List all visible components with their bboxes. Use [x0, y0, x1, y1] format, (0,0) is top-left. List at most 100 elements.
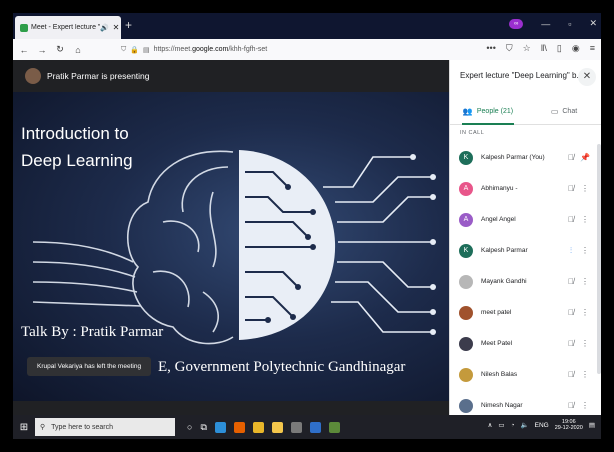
minimize-button[interactable]: —: [541, 19, 550, 29]
participant-row[interactable]: K Kalpesh Parmar (You) 🎙̸ 📌: [450, 142, 596, 173]
close-panel-button[interactable]: ✕: [578, 68, 596, 86]
participant-name: Kalpesh Parmar (You): [481, 154, 545, 161]
pinned-apps: ○ ⧉: [187, 421, 340, 433]
slide-institution: E, Government Polytechnic Gandhinagar: [158, 359, 406, 375]
reload-icon[interactable]: ↻: [53, 44, 67, 55]
cortana-icon[interactable]: ○: [187, 422, 192, 433]
screenshot-frame: Meet - Expert lecture "Deep 🔊 ✕ + ∞ — ▫ …: [0, 0, 614, 452]
page-actions-icon[interactable]: •••: [486, 43, 495, 54]
back-arrow-icon[interactable]: ←: [17, 45, 31, 55]
participant-list: K Kalpesh Parmar (You) 🎙̸ 📌 A Abhimanyu …: [450, 142, 596, 421]
volume-icon[interactable]: 🔈: [521, 421, 529, 429]
close-window-button[interactable]: ✕: [589, 18, 597, 29]
mic-muted-icon: 🎙̸: [568, 184, 574, 193]
notification-toast: Krupal Vekariya has left the meeting: [27, 357, 152, 376]
presenting-label: Pratik Parmar is presenting: [47, 71, 150, 81]
more-options-icon[interactable]: ⋮: [578, 246, 592, 255]
mic-muted-icon: 🎙̸: [568, 153, 574, 162]
screen: Meet - Expert lecture "Deep 🔊 ✕ + ∞ — ▫ …: [13, 13, 601, 439]
people-icon: 👥: [462, 106, 473, 116]
tab-close-icon[interactable]: ✕: [111, 23, 121, 32]
participant-name: meet patel: [481, 309, 512, 316]
tray-chevron-icon[interactable]: ∧: [488, 421, 493, 429]
chrome-icon[interactable]: [252, 421, 264, 433]
edge-icon[interactable]: [214, 421, 226, 433]
participant-name: Mayank Gandhi: [481, 278, 527, 285]
speaking-indicator-icon: ⫶: [570, 245, 572, 255]
panel-tabs: 👥 People (21) ▭ Chat: [450, 98, 601, 125]
participant-name: Angel Angel: [481, 216, 516, 223]
account-icon[interactable]: ◉: [572, 43, 580, 54]
menu-icon[interactable]: ≡: [590, 43, 595, 54]
more-options-icon[interactable]: ⋮: [578, 401, 592, 410]
home-icon[interactable]: ⌂: [71, 45, 85, 55]
mail-icon[interactable]: [309, 421, 321, 433]
browser-tab-bar: Meet - Expert lecture "Deep 🔊 ✕ + ∞ — ▫ …: [13, 13, 601, 39]
meet-stage: Pratik Parmar is presenting Introduction…: [13, 60, 449, 415]
library-icon[interactable]: ‖\: [541, 43, 547, 54]
participant-avatar: A: [459, 181, 473, 196]
permissions-icon[interactable]: ▤: [143, 46, 150, 54]
participant-avatar: [459, 398, 473, 413]
taskbar-search-box[interactable]: ⚲ Type here to search: [35, 418, 175, 436]
tab-people-label: People (21): [476, 107, 514, 115]
sidebar-icon[interactable]: ▯: [557, 43, 562, 54]
maximize-button[interactable]: ▫: [568, 19, 571, 29]
pocket-icon[interactable]: ⛉: [506, 43, 513, 54]
participant-row[interactable]: Nilesh Balas 🎙̸ ⋮: [450, 359, 596, 390]
panel-scrollbar[interactable]: [597, 144, 601, 374]
pin-icon[interactable]: 📌: [578, 153, 592, 162]
speaker-icon[interactable]: 🔊: [100, 24, 109, 32]
participant-name: Nilesh Balas: [481, 371, 518, 378]
participant-row[interactable]: K Kalpesh Parmar ⫶ ⋮: [450, 235, 596, 266]
lock-icon: 🔒: [130, 46, 139, 54]
url-path: /khh-fgfh-set: [228, 46, 268, 53]
presenter-avatar: [25, 68, 41, 84]
tab-people[interactable]: 👥 People (21): [450, 98, 526, 125]
more-options-icon[interactable]: ⋮: [578, 308, 592, 317]
participant-row[interactable]: Meet Patel 🎙̸ ⋮: [450, 328, 596, 359]
system-tray: ∧ ▭ ◔ 🔈 ENG 19:06 29-12-2020 ▤: [488, 419, 595, 431]
forward-arrow-icon[interactable]: →: [35, 45, 49, 55]
wifi-icon[interactable]: ◔: [511, 422, 515, 429]
participant-row[interactable]: meet patel 🎙̸ ⋮: [450, 297, 596, 328]
notifications-icon[interactable]: ▤: [589, 421, 595, 429]
browser-tab[interactable]: Meet - Expert lecture "Deep 🔊 ✕: [15, 16, 121, 39]
battery-icon[interactable]: ▭: [498, 421, 504, 429]
bookmark-star-icon[interactable]: ☆: [523, 43, 531, 54]
participant-row[interactable]: Mayank Gandhi 🎙̸ ⋮: [450, 266, 596, 297]
participant-name: Nimesh Nagar: [481, 402, 523, 409]
windows-start-icon[interactable]: ⊞: [13, 422, 35, 433]
tab-chat-label: Chat: [562, 107, 578, 115]
meet-bottom-strip: [13, 401, 449, 415]
task-view-icon[interactable]: ⧉: [200, 422, 206, 433]
url-bar[interactable]: ⛉ 🔒 ▤ https://meet. google.com/khh-fgfh-s…: [121, 42, 501, 57]
firefox-icon[interactable]: [233, 421, 245, 433]
mic-muted-icon: 🎙̸: [568, 370, 574, 379]
more-options-icon[interactable]: ⋮: [578, 370, 592, 379]
participant-name: Kalpesh Parmar: [481, 247, 528, 254]
file-explorer-icon[interactable]: [271, 421, 283, 433]
browser-nav-bar: ← → ↻ ⌂ ⛉ 🔒 ▤ https://meet. google.com/kh…: [13, 39, 601, 61]
more-options-icon[interactable]: ⋮: [578, 339, 592, 348]
store-icon[interactable]: [290, 421, 302, 433]
clock-date: 29-12-2020: [554, 425, 583, 432]
presenter-bar: Pratik Parmar is presenting: [13, 60, 449, 92]
participant-row[interactable]: A Angel Angel 🎙̸ ⋮: [450, 204, 596, 235]
participant-name: Meet Patel: [481, 340, 513, 347]
app-icon[interactable]: [328, 421, 340, 433]
tab-chat[interactable]: ▭ Chat: [526, 98, 601, 124]
participant-row[interactable]: A Abhimanyu - 🎙̸ ⋮: [450, 173, 596, 204]
chat-icon: ▭: [550, 106, 559, 116]
more-options-icon[interactable]: ⋮: [578, 184, 592, 193]
more-options-icon[interactable]: ⋮: [578, 215, 592, 224]
mic-muted-icon: 🎙̸: [568, 339, 574, 348]
participant-avatar: K: [459, 243, 473, 258]
windows-taskbar: ⊞ ⚲ Type here to search ○ ⧉ ∧ ▭ ◔ 🔈 ENG …: [13, 415, 601, 439]
language-indicator[interactable]: ENG: [535, 422, 549, 429]
new-tab-button[interactable]: +: [125, 18, 132, 32]
mic-muted-icon: 🎙̸: [568, 215, 574, 224]
taskbar-clock[interactable]: 19:06 29-12-2020: [555, 419, 583, 431]
mic-muted-icon: 🎙̸: [568, 308, 574, 317]
more-options-icon[interactable]: ⋮: [578, 277, 592, 286]
